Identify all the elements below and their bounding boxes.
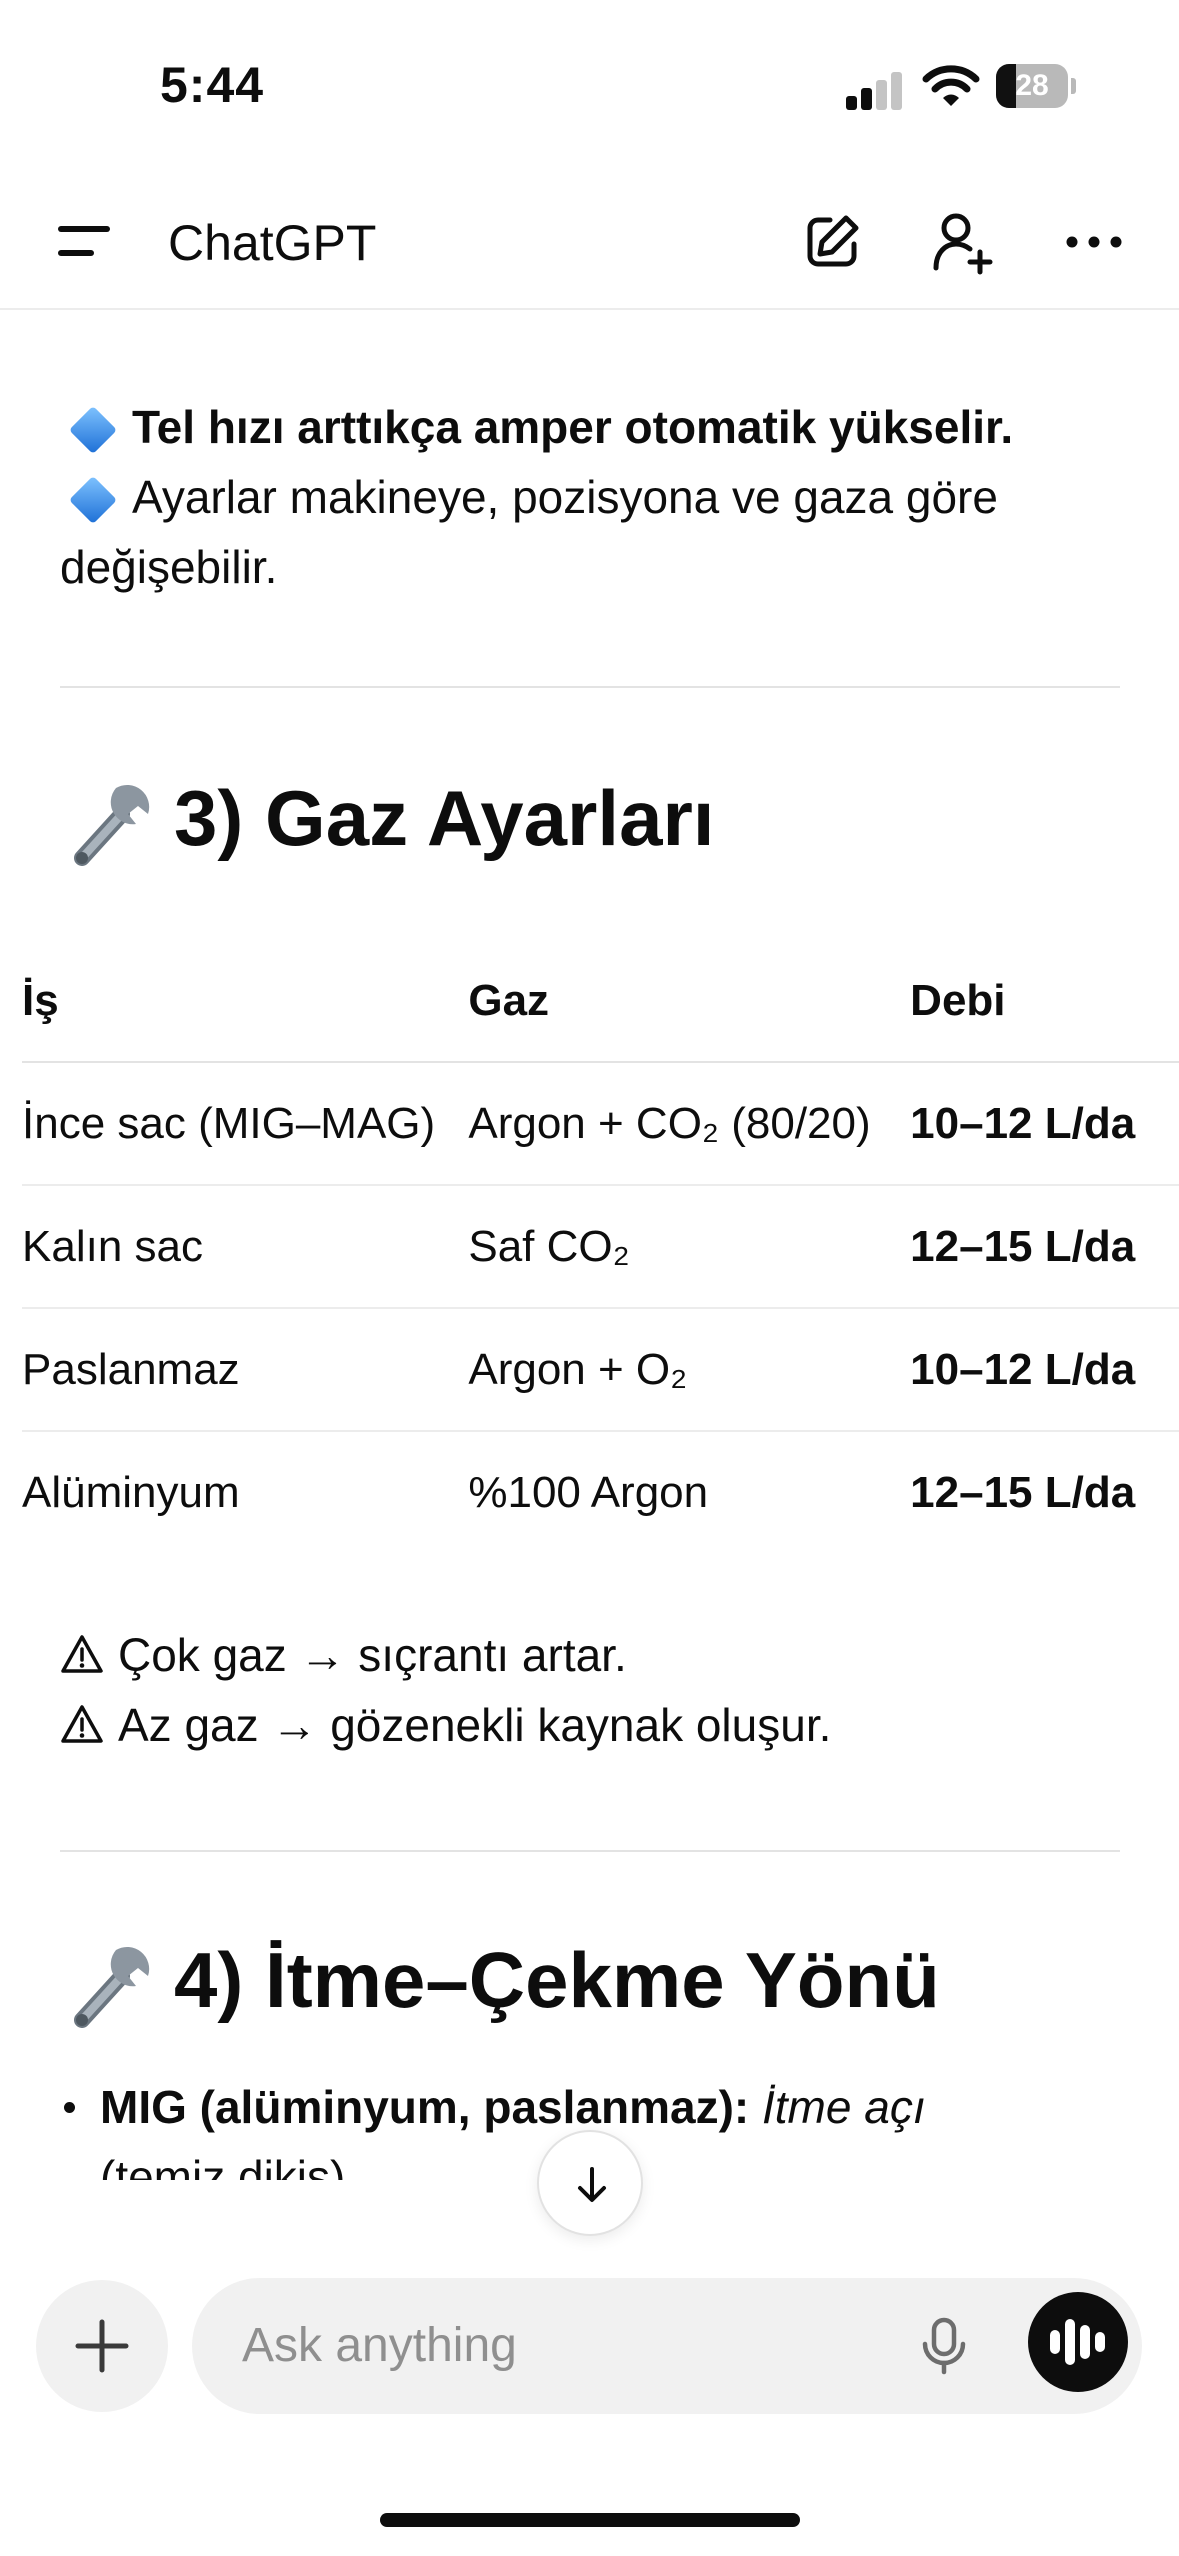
plus-icon [75,2319,129,2373]
table-cell: Argon + O₂ [468,1308,911,1432]
gas-table: İş Gaz Debi İnce sac (MIG–MAG) Argon + C… [22,940,1179,1554]
message-input[interactable]: Ask anything [192,2278,1142,2414]
cellular-signal-icon [846,70,906,110]
status-bar: 5:44 28 [0,0,1179,170]
table-cell: Alüminyum [22,1468,240,1517]
table-cell: Paslanmaz [22,1308,469,1432]
warning-icon [61,1635,103,1673]
blue-diamond-icon [68,405,118,455]
section-title: 3) Gaz Ayarları [174,773,715,862]
bullet-italic: İtme açı [762,2081,926,2133]
intro-bold-line: Tel hızı arttıkça amper otomatik yükseli… [132,401,1014,453]
section-title: 4) İtme–Çekme Yönü [174,1935,940,2024]
table-cell: İnce sac (MIG–MAG) [22,1062,469,1186]
attach-button[interactable] [36,2280,168,2412]
home-indicator [380,2513,800,2527]
bullet-dot [64,2102,75,2113]
table-row: Kalın sac Saf CO₂ 12–15 L/da [22,1185,1179,1309]
scroll-down-button[interactable] [537,2130,643,2236]
wifi-icon [922,64,980,108]
table-header: Debi [910,940,1179,1063]
bullet-bold: MIG (alüminyum, paslanmaz): [100,2081,750,2133]
app-title: ChatGPT [168,215,377,271]
table-row: Paslanmaz Argon + O₂ 10–12 L/da [22,1308,1179,1432]
warning-line: Az gaz → gözenekli kaynak oluşur. [60,1690,831,1760]
divider [60,686,1120,688]
table-cell: 10–12 L/da [910,1308,1179,1432]
warning-text: Çok gaz → sıçrantı artar. [118,1629,627,1681]
section-heading-direction: 4) İtme–Çekme Yönü [60,1932,940,2028]
microphone-icon[interactable] [912,2314,976,2378]
intro-line-3: değişebilir. [60,541,278,593]
warning-line: Çok gaz → sıçrantı artar. [60,1620,627,1690]
voice-mode-button[interactable] [1028,2292,1128,2392]
table-cell: 12–15 L/da [910,1185,1179,1309]
table-header-row: İş Gaz Debi [22,940,1179,1063]
table-cell: 12–15 L/da [910,1468,1136,1517]
bullet-rest: (temiz dikiş) [100,2151,346,2180]
table-cell: 10–12 L/da [910,1062,1179,1186]
section-heading-gas: 3) Gaz Ayarları [60,770,714,866]
battery-icon: 28 [996,64,1076,108]
table-cell: Saf CO₂ [468,1185,911,1309]
app-header: ChatGPT [0,170,1179,310]
arrow-down-icon [578,2167,606,2202]
chat-content[interactable]: Tel hızı arttıkça amper otomatik yükseli… [0,310,1179,2180]
divider [60,1850,1120,1852]
warning-icon [61,1705,103,1743]
blue-diamond-icon [68,475,118,525]
menu-icon[interactable] [50,212,120,272]
table-cell: %100 Argon [468,1468,709,1517]
table-header: Gaz [468,940,911,1063]
table-header: İş [22,940,469,1063]
wrench-icon [74,784,150,866]
table-row: İnce sac (MIG–MAG) Argon + CO₂ (80/20) 1… [22,1062,1179,1186]
composer: Ask anything [0,2270,1179,2420]
intro-paragraph: Tel hızı arttıkça amper otomatik yükseli… [60,392,1120,602]
table-cell: Argon + CO₂ (80/20) [468,1062,911,1186]
new-chat-icon[interactable] [796,206,868,278]
input-placeholder: Ask anything [242,2319,517,2372]
table-row: Alüminyum %100 Argon 12–15 L/da [22,1431,1179,1554]
warning-text: Az gaz → gözenekli kaynak oluşur. [118,1699,832,1751]
add-person-icon[interactable] [926,206,998,278]
table-cell: Kalın sac [22,1185,469,1309]
status-time: 5:44 [160,57,265,113]
battery-level: 28 [1015,69,1049,102]
wrench-icon [74,1946,150,2028]
more-icon[interactable] [1058,206,1130,278]
intro-line-2: Ayarlar makineye, pozisyona ve gaza göre [132,471,998,523]
